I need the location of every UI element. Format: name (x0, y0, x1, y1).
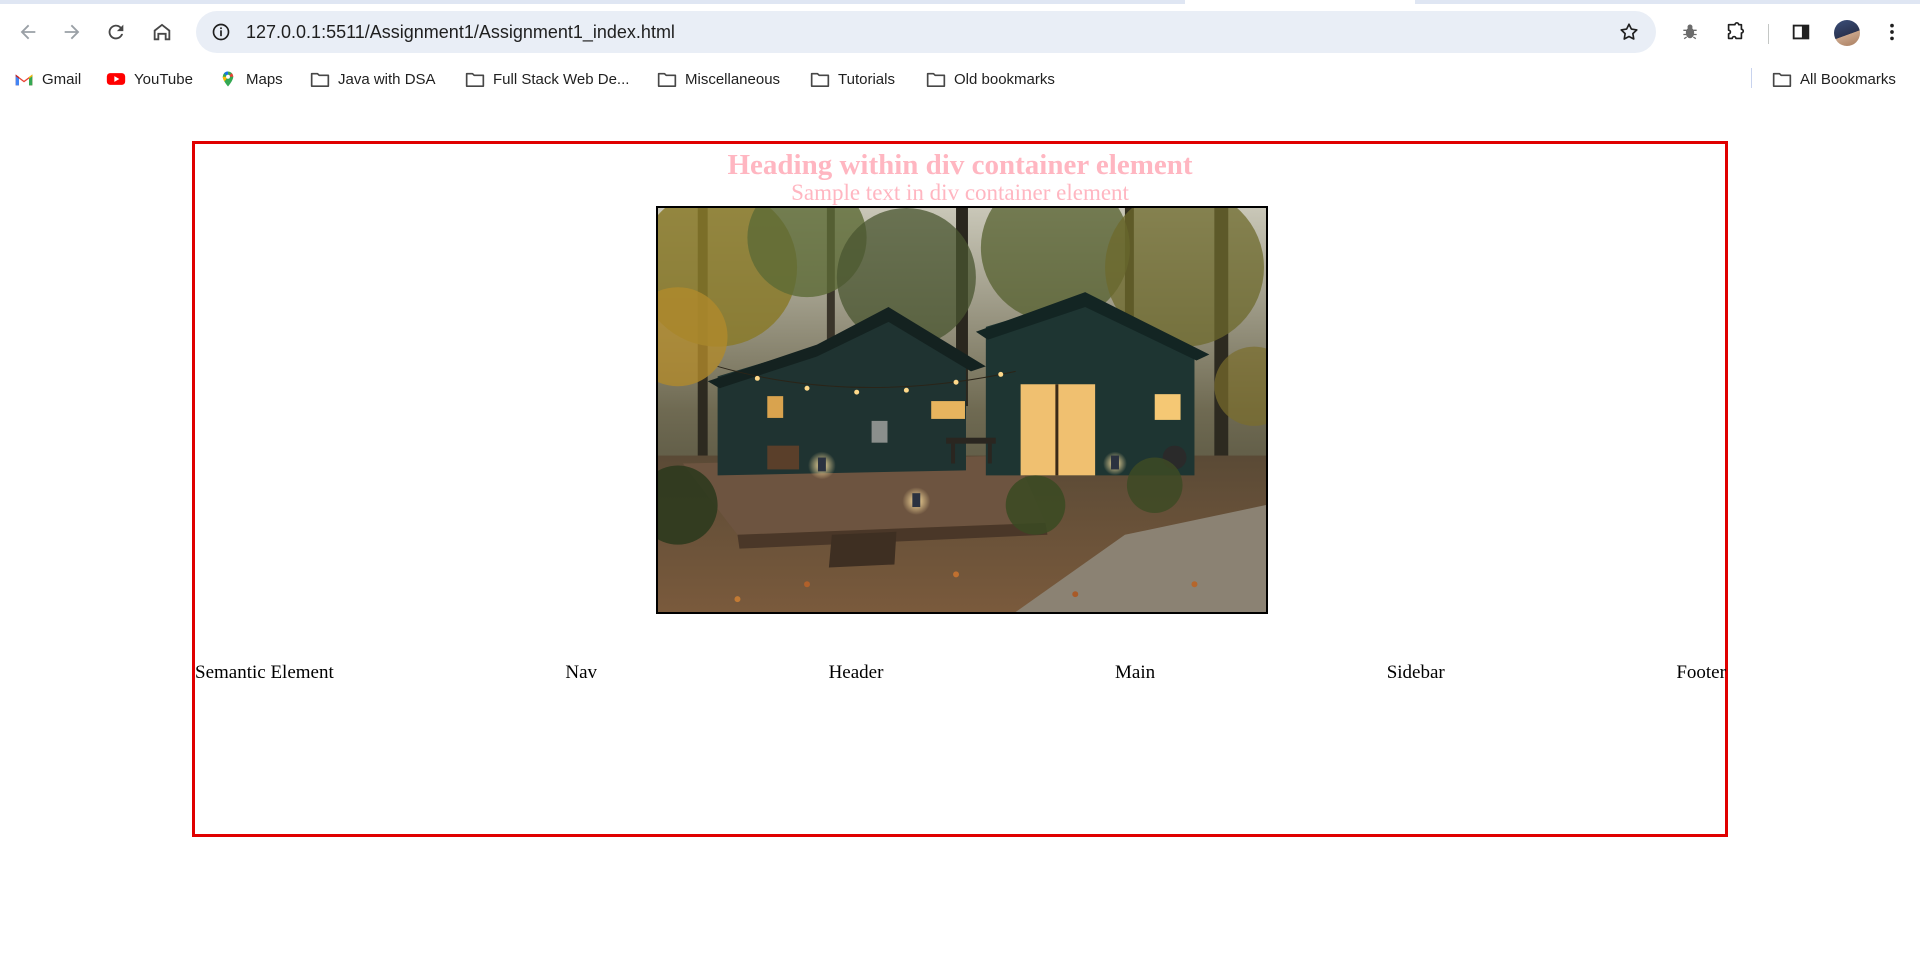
bookmark-gmail[interactable]: Gmail (14, 66, 81, 92)
bookmark-folder-java[interactable]: Java with DSA (310, 66, 436, 92)
bookmark-label: Old bookmarks (954, 70, 1055, 88)
folder-icon (926, 70, 946, 88)
bug-extension-icon[interactable] (1676, 18, 1704, 46)
home-button[interactable] (144, 14, 180, 50)
home-icon (153, 23, 171, 41)
cabin-photo-illustration (658, 208, 1266, 612)
profile-avatar[interactable] (1834, 20, 1860, 46)
div-container: Heading within div container element Sam… (192, 141, 1728, 837)
arrow-left-icon (20, 24, 36, 40)
reload-icon (108, 24, 124, 40)
semantic-item-sidebar: Sidebar (1386, 662, 1445, 683)
folder-icon (810, 70, 830, 88)
bookmark-label: Miscellaneous (685, 70, 781, 88)
arrow-right-icon (64, 24, 80, 40)
bookmark-label: Full Stack Web De... (493, 70, 630, 88)
semantic-item-nav: Nav (565, 662, 597, 683)
bookmark-all-bookmarks[interactable]: All Bookmarks (1772, 66, 1896, 92)
bookmark-maps[interactable]: Maps (218, 66, 283, 92)
maps-icon (218, 70, 238, 88)
bookmark-folder-tutorials[interactable]: Tutorials (810, 66, 895, 92)
container-heading: Heading within div container element (727, 149, 1193, 181)
extensions-puzzle-icon[interactable] (1721, 18, 1749, 46)
container-subtext: Sample text in div container element (791, 180, 1129, 205)
bookmark-label: Maps (246, 70, 283, 88)
youtube-icon (106, 70, 126, 88)
bookmark-label: Gmail (42, 70, 82, 88)
bookmark-label: Java with DSA (338, 70, 436, 88)
semantic-item-header: Header (828, 662, 884, 683)
bookmarks-divider (1751, 68, 1752, 88)
semantic-item-main: Main (1115, 662, 1156, 683)
browser-toolbar: 127.0.0.1:5511/Assignment1/Assignment1_i… (0, 4, 1920, 60)
site-info-icon[interactable] (210, 21, 232, 43)
bookmarks-bar: Gmail YouTube Maps Java with DSA Full St… (0, 62, 1920, 96)
side-panel-icon[interactable] (1787, 18, 1815, 46)
bookmark-folder-old[interactable]: Old bookmarks (926, 66, 1055, 92)
cabin-photo (656, 206, 1268, 614)
address-bar[interactable]: 127.0.0.1:5511/Assignment1/Assignment1_i… (196, 11, 1656, 53)
folder-icon (657, 70, 677, 88)
bookmark-label: Tutorials (838, 70, 895, 88)
bookmark-folder-miscellaneous[interactable]: Miscellaneous (657, 66, 780, 92)
url-text[interactable]: 127.0.0.1:5511/Assignment1/Assignment1_i… (246, 22, 675, 43)
folder-icon (465, 70, 485, 88)
forward-button[interactable] (54, 14, 90, 50)
folder-icon (310, 70, 330, 88)
bookmark-youtube[interactable]: YouTube (106, 66, 193, 92)
bookmark-star-icon[interactable] (1618, 21, 1640, 43)
bookmark-label: YouTube (134, 70, 193, 88)
bookmark-folder-fullstack[interactable]: Full Stack Web De... (465, 66, 629, 92)
more-menu-icon[interactable] (1878, 18, 1906, 46)
semantic-item-semantic-element: Semantic Element (195, 662, 334, 683)
semantic-elements-row: Semantic Element Nav Header Main Sidebar… (195, 659, 1726, 687)
bookmark-label: All Bookmarks (1800, 70, 1896, 88)
toolbar-divider (1768, 24, 1769, 44)
gmail-icon (14, 70, 34, 88)
folder-icon (1772, 70, 1792, 88)
back-button[interactable] (10, 14, 46, 50)
reload-button[interactable] (98, 14, 134, 50)
semantic-item-footer: Footer (1676, 662, 1726, 683)
